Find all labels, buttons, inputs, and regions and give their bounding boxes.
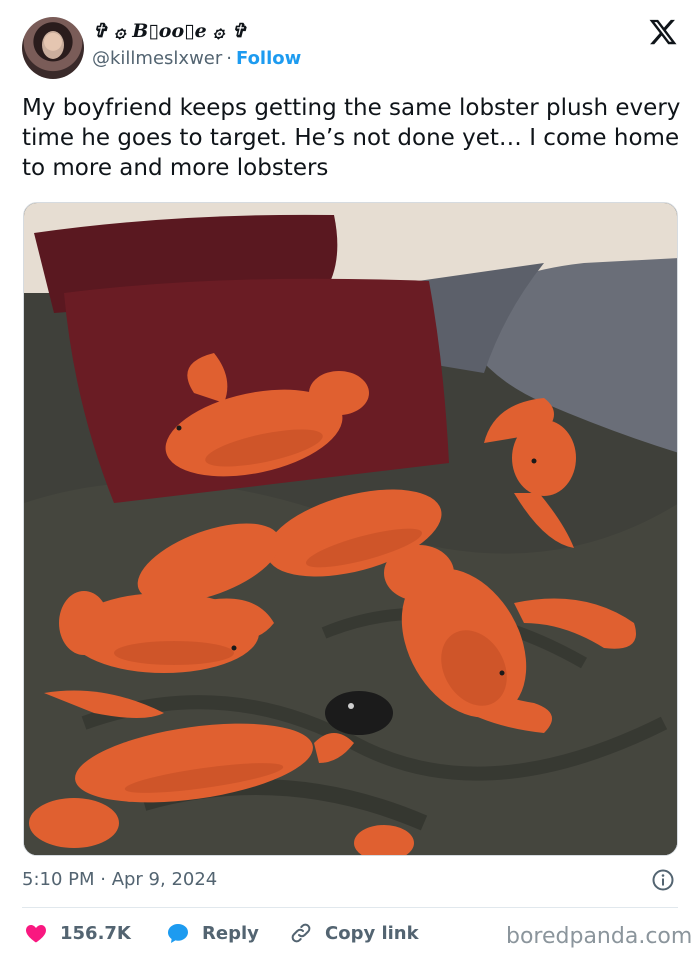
display-name[interactable]: ✞ ۞ B▯oo▯e ۞ ✞ — [92, 20, 247, 42]
handle-row: @killmeslxwer · Follow — [92, 48, 301, 69]
heart-icon — [26, 925, 46, 943]
reply-button[interactable]: Reply — [166, 920, 259, 946]
reply-bubble-icon — [168, 924, 188, 943]
reply-label: Reply — [202, 922, 259, 944]
like-button[interactable]: 156.7K — [24, 920, 131, 946]
like-count: 156.7K — [60, 922, 131, 944]
user-handle[interactable]: @killmeslxwer — [92, 48, 222, 69]
boredpanda-watermark: boredpanda.com — [506, 924, 693, 949]
avatar[interactable] — [22, 17, 84, 79]
copy-link-button[interactable]: Copy link — [289, 920, 419, 946]
copy-link-label: Copy link — [325, 922, 419, 944]
tweet-text: My boyfriend keeps getting the same lobs… — [22, 95, 681, 181]
tweet-header: ✞ ۞ B▯oo▯e ۞ ✞ @killmeslxwer · Follow — [0, 0, 700, 90]
lobster-plush-photo — [24, 203, 677, 855]
divider — [22, 907, 678, 908]
info-icon[interactable] — [651, 868, 675, 892]
x-logo-icon[interactable] — [648, 17, 678, 47]
follow-button[interactable]: Follow — [236, 48, 301, 69]
link-icon — [291, 923, 311, 943]
separator-dot: · — [226, 48, 232, 69]
tweet-photo[interactable] — [23, 202, 678, 856]
tweet-timestamp[interactable]: 5:10 PM · Apr 9, 2024 — [22, 869, 217, 890]
